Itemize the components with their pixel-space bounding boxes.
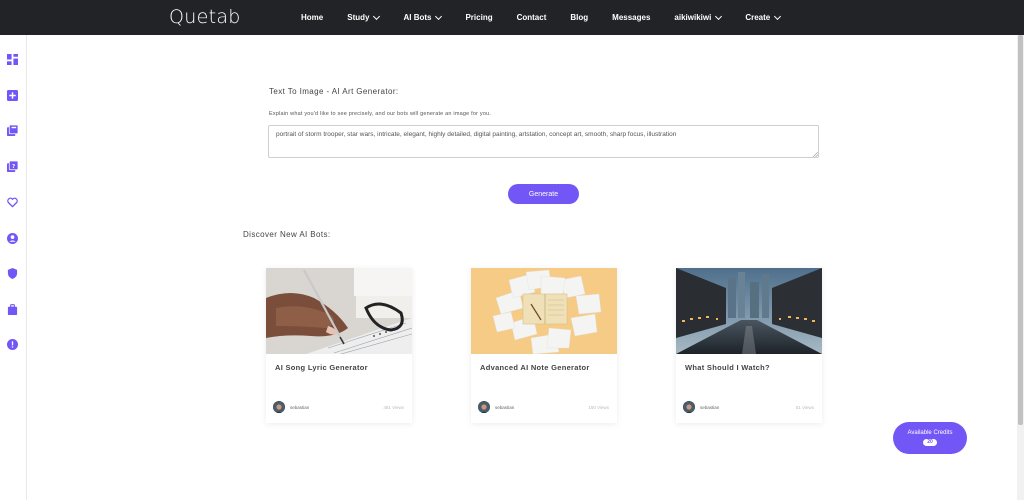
card-author: sebastian bbox=[495, 405, 515, 410]
card-views: 150 Views bbox=[588, 405, 609, 410]
briefcase-icon[interactable] bbox=[7, 304, 18, 315]
card-image-notebook-papers bbox=[471, 268, 617, 354]
card-views: 51 Views bbox=[795, 405, 814, 410]
card-author: sebastian bbox=[700, 405, 720, 410]
card-author: sebastian bbox=[290, 405, 310, 410]
nav-ai-bots-label: AI Bots bbox=[403, 13, 432, 22]
nav-create-label: Create bbox=[745, 13, 771, 22]
prompt-input[interactable]: portrait of storm trooper, star wars, in… bbox=[268, 125, 819, 158]
chevron-down-icon bbox=[774, 12, 782, 20]
card-image-city-street bbox=[676, 268, 822, 354]
heart-icon[interactable] bbox=[7, 197, 18, 208]
nav-user-label: aikiwikiwi bbox=[674, 13, 712, 22]
chevron-down-icon bbox=[373, 12, 381, 20]
dashboard-icon[interactable] bbox=[7, 54, 18, 65]
card-title: What Should I Watch? bbox=[685, 363, 770, 372]
nav-study[interactable]: Study bbox=[347, 12, 381, 22]
page-scrollbar[interactable] bbox=[1017, 35, 1024, 500]
nav-pricing-label: Pricing bbox=[465, 13, 493, 22]
add-box-icon[interactable] bbox=[7, 90, 18, 101]
chevron-down-icon bbox=[715, 12, 723, 20]
nav-create[interactable]: Create bbox=[745, 12, 782, 22]
main-nav: Home Study AI Bots Pricing Contact Blog … bbox=[301, 0, 804, 35]
card-image-hand-writing bbox=[266, 268, 412, 354]
nav-contact-label: Contact bbox=[516, 13, 547, 22]
avatar bbox=[273, 401, 285, 413]
account-circle-icon[interactable] bbox=[7, 233, 18, 244]
generator-description: Explain what you'd like to see precisely… bbox=[269, 111, 492, 117]
resize-grip-icon[interactable] bbox=[812, 151, 818, 157]
credits-label: Available Credits bbox=[907, 430, 953, 436]
avatar bbox=[683, 401, 695, 413]
library-icon[interactable] bbox=[7, 125, 18, 136]
nav-ai-bots[interactable]: AI Bots bbox=[403, 12, 443, 22]
discover-title: Discover New AI Bots: bbox=[243, 230, 331, 239]
nav-messages[interactable]: Messages bbox=[612, 13, 650, 22]
svg-text:?: ? bbox=[12, 164, 15, 170]
nav-pricing[interactable]: Pricing bbox=[465, 13, 492, 22]
nav-user-menu[interactable]: aikiwikiwi bbox=[674, 12, 723, 22]
bot-card[interactable]: Advanced AI Note Generator sebastian 150… bbox=[471, 268, 617, 423]
avatar bbox=[478, 401, 490, 413]
quiz-icon[interactable]: ? bbox=[7, 161, 18, 172]
generate-button[interactable]: Generate bbox=[508, 184, 579, 204]
bot-card[interactable]: AI Song Lyric Generator sebastian 481 Vi… bbox=[266, 268, 412, 423]
chevron-down-icon bbox=[435, 12, 443, 20]
top-navigation-bar: Quetab Home Study AI Bots Pricing Contac… bbox=[0, 0, 1024, 35]
nav-contact[interactable]: Contact bbox=[517, 13, 547, 22]
card-title: Advanced AI Note Generator bbox=[480, 363, 590, 372]
alert-circle-icon[interactable] bbox=[7, 339, 18, 350]
scrollbar-thumb[interactable] bbox=[1018, 35, 1023, 425]
nav-study-label: Study bbox=[347, 13, 370, 22]
nav-blog-label: Blog bbox=[570, 13, 589, 22]
left-sidebar: ? bbox=[0, 35, 27, 500]
available-credits-button[interactable]: Available Credits 20 bbox=[893, 422, 967, 454]
bot-card[interactable]: What Should I Watch? sebastian 51 Views bbox=[676, 268, 822, 423]
card-views: 481 Views bbox=[383, 405, 404, 410]
generator-title: Text To Image - AI Art Generator: bbox=[269, 87, 399, 96]
nav-messages-label: Messages bbox=[612, 13, 651, 22]
card-title: AI Song Lyric Generator bbox=[275, 363, 368, 372]
nav-blog[interactable]: Blog bbox=[570, 13, 588, 22]
nav-home-label: Home bbox=[301, 13, 324, 22]
nav-home[interactable]: Home bbox=[301, 13, 323, 22]
shield-icon[interactable] bbox=[7, 268, 18, 279]
credits-count-badge: 20 bbox=[923, 439, 937, 446]
logo[interactable]: Quetab bbox=[169, 6, 241, 28]
